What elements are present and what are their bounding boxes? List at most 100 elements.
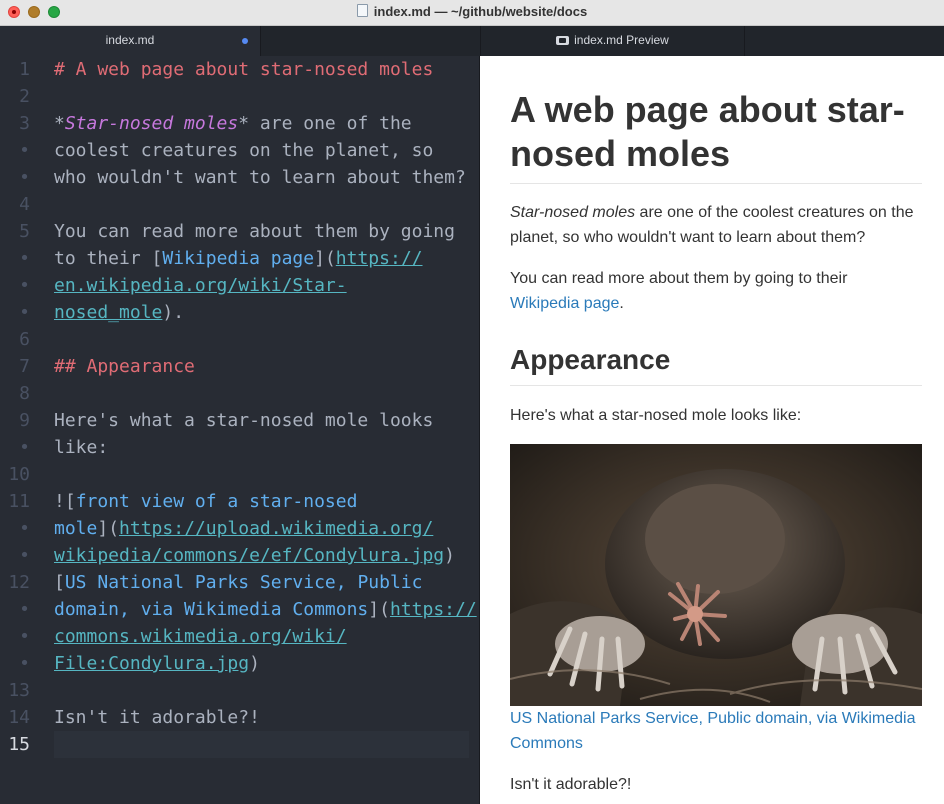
preview-text: planet, so who wouldn't want to learn ab… xyxy=(510,229,866,246)
markdown-text-token: ]( xyxy=(368,599,390,620)
code-line[interactable]: You can read more about them by going xyxy=(54,218,455,245)
markdown-text-token: ]( xyxy=(314,248,336,269)
modified-indicator-icon[interactable] xyxy=(242,38,248,44)
tab-editor-label: index.md xyxy=(105,33,155,47)
markdown-text-token: who wouldn't want to learn about them? xyxy=(54,167,466,188)
document-icon xyxy=(356,4,368,17)
markdown-link-text-token: mole xyxy=(54,518,98,539)
code-line[interactable]: ![front view of a star-nosed xyxy=(54,488,357,515)
code-line[interactable]: nosed_mole). xyxy=(54,299,184,326)
line-number: 5 xyxy=(19,221,30,242)
window-title: index.md — ~/github/website/docs xyxy=(0,4,944,19)
code-line[interactable]: Here's what a star-nosed mole looks xyxy=(54,407,433,434)
markdown-preview-icon xyxy=(556,36,570,45)
markdown-text-token: [ xyxy=(54,572,65,593)
line-wrap-marker: • xyxy=(19,518,30,539)
markdown-heading-token: ## Appearance xyxy=(54,356,195,377)
markdown-url-token: wikipedia/commons/e/ef/Condylura.jpg xyxy=(54,545,445,566)
line-number: 2 xyxy=(19,86,30,107)
line-wrap-marker: • xyxy=(19,653,30,674)
wikipedia-link[interactable]: Wikipedia page xyxy=(510,295,619,312)
code-line[interactable]: ## Appearance xyxy=(54,353,195,380)
markdown-link-text-token: US National Parks Service, Public xyxy=(64,572,423,593)
preview-heading-1: A web page about star- nosed moles xyxy=(510,88,922,176)
markdown-url-token: en.wikipedia.org/wiki/Star- xyxy=(54,275,347,296)
attribution-link[interactable]: US National Parks Service, Public domain… xyxy=(510,706,925,731)
line-number: 1 xyxy=(19,59,30,80)
code-line[interactable]: Isn't it adorable?! xyxy=(54,704,260,731)
line-number: 8 xyxy=(19,383,30,404)
heading-1-rule xyxy=(510,183,922,184)
current-line-highlight xyxy=(54,731,469,758)
code-line[interactable]: en.wikipedia.org/wiki/Star- xyxy=(54,272,347,299)
markdown-text-token: Isn't it adorable?! xyxy=(54,707,260,728)
markdown-link-text-token: Wikipedia page xyxy=(162,248,315,269)
markdown-url-token: File:Condylura.jpg xyxy=(54,653,250,674)
code-line[interactable]: coolest creatures on the planet, so xyxy=(54,137,433,164)
preview-heading-2: Appearance xyxy=(510,344,671,375)
markdown-url-token: commons.wikimedia.org/wiki/ xyxy=(54,626,347,647)
markdown-text-token: ![ xyxy=(54,491,76,512)
markdown-link-text-token: domain, via Wikimedia Commons xyxy=(54,599,369,620)
tab-preview[interactable]: index.md Preview xyxy=(480,26,745,56)
mole-photo-illustration xyxy=(510,444,922,706)
preview-text: You can read more about them by going to… xyxy=(510,270,848,287)
markdown-text-token: * xyxy=(54,113,65,134)
line-number: 14 xyxy=(8,707,30,728)
line-wrap-marker: • xyxy=(19,248,30,269)
attribution-link[interactable]: Commons xyxy=(510,731,925,756)
tab-preview-label: index.md Preview xyxy=(574,33,669,47)
line-number: 15 xyxy=(8,734,30,755)
markdown-url-token: https:// xyxy=(389,599,477,620)
code-line[interactable]: mole](https://upload.wikimedia.org/ xyxy=(54,515,433,542)
code-line[interactable]: like: xyxy=(54,434,108,461)
markdown-text-token: * xyxy=(238,113,250,134)
markdown-text-token: [ xyxy=(151,248,163,269)
preview-text: . xyxy=(619,295,624,312)
line-wrap-marker: • xyxy=(19,599,30,620)
preview-emphasis: Star-nosed moles xyxy=(510,204,636,221)
preview-paragraph-adorable: Isn't it adorable?! xyxy=(510,776,632,793)
preview-paragraph-wikipedia: You can read more about them by going to… xyxy=(510,266,925,316)
code-line[interactable]: File:Condylura.jpg) xyxy=(54,650,260,677)
markdown-text-token: ) xyxy=(249,653,260,674)
code-line[interactable]: domain, via Wikimedia Commons](https:// xyxy=(54,596,477,623)
code-line[interactable]: who wouldn't want to learn about them? xyxy=(54,164,466,191)
line-wrap-marker: • xyxy=(19,437,30,458)
markdown-url-token: nosed_mole xyxy=(54,302,163,323)
markdown-url-token: https://upload.wikimedia.org/ xyxy=(119,518,434,539)
markdown-url-token: https:// xyxy=(335,248,423,269)
markdown-text-token: Here's what a star-nosed mole looks xyxy=(54,410,434,431)
markdown-link-text-token: front view of a star-nosed xyxy=(75,491,358,512)
markdown-text-token: ]( xyxy=(97,518,120,539)
line-number: 6 xyxy=(19,329,30,350)
image-attribution: US National Parks Service, Public domain… xyxy=(510,706,925,756)
markdown-heading-token: # A web page about star-nosed moles xyxy=(54,59,434,80)
markdown-editor[interactable]: 1 2 3 • • 4 5 • • • 6 7 8 9 • 10 11 • • … xyxy=(0,56,479,804)
markdown-text-token: ). xyxy=(162,302,185,323)
tab-editor[interactable]: index.md xyxy=(0,26,261,56)
preview-heading-1-line: nosed moles xyxy=(510,133,731,174)
code-line[interactable]: *Star-nosed moles* are one of the xyxy=(54,110,412,137)
code-line[interactable]: wikipedia/commons/e/ef/Condylura.jpg) xyxy=(54,542,455,569)
code-line[interactable]: [US National Parks Service, Public xyxy=(54,569,422,596)
code-line[interactable]: to their [Wikipedia page](https:// xyxy=(54,245,423,272)
line-number: 13 xyxy=(8,680,30,701)
window-title-text: index.md — ~/github/website/docs xyxy=(373,4,588,19)
preview-text: are one of the coolest creatures on the xyxy=(635,204,914,221)
line-wrap-marker: • xyxy=(19,140,30,161)
markdown-text-token: to their xyxy=(54,248,152,269)
preview-paragraph-looks: Here's what a star-nosed mole looks like… xyxy=(510,407,802,424)
line-wrap-marker: • xyxy=(19,545,30,566)
code-line[interactable]: # A web page about star-nosed moles xyxy=(54,56,433,83)
code-line[interactable]: commons.wikimedia.org/wiki/ xyxy=(54,623,347,650)
line-number: 12 xyxy=(8,572,30,593)
line-number: 4 xyxy=(19,194,30,215)
markdown-text-token: coolest creatures on the planet, so xyxy=(54,140,434,161)
line-number: 11 xyxy=(8,491,30,512)
window-titlebar: index.md — ~/github/website/docs xyxy=(0,0,944,26)
markdown-preview-pane[interactable]: A web page about star- nosed moles Star-… xyxy=(480,56,944,804)
star-nosed-mole-image xyxy=(510,444,922,706)
line-wrap-marker: • xyxy=(19,626,30,647)
line-number: 7 xyxy=(19,356,30,377)
